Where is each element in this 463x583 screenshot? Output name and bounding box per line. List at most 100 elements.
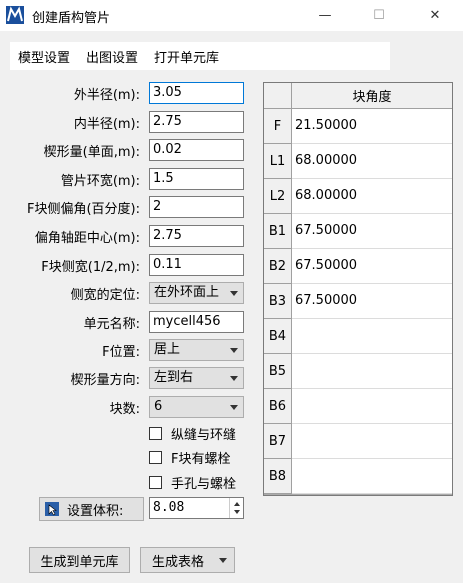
- chevron-down-icon: [230, 291, 238, 296]
- checkbox-f-bolts-label: F块有螺栓: [171, 451, 231, 467]
- outer-radius-row: 外半径(m): 3.05: [0, 82, 250, 104]
- f-position-row: F位置: 居上: [0, 339, 250, 361]
- f-width-input[interactable]: 0.11: [149, 254, 244, 276]
- ring-width-input[interactable]: 1.5: [149, 168, 244, 190]
- table-cell[interactable]: 67.50000: [292, 249, 452, 284]
- f-width-label: F块侧宽(1/2,m):: [41, 260, 140, 275]
- generate-table-label: 生成表格: [152, 554, 205, 570]
- inner-radius-input[interactable]: 2.75: [149, 111, 244, 133]
- outer-radius-label: 外半径(m):: [73, 88, 140, 103]
- table-cell[interactable]: 67.50000: [292, 284, 452, 319]
- table-cell[interactable]: [292, 319, 452, 354]
- checkbox-f-bolts[interactable]: F块有螺栓: [149, 448, 231, 467]
- table-cell[interactable]: 68.00000: [292, 144, 452, 179]
- wedge-direction-select[interactable]: 左到右: [149, 367, 244, 389]
- row-header[interactable]: B8: [264, 459, 292, 494]
- chevron-down-icon: [230, 348, 238, 353]
- title-bar: 创建盾构管片 — ☐ ✕: [0, 0, 463, 31]
- table-cell[interactable]: 67.50000: [292, 214, 452, 249]
- checkbox-box[interactable]: [149, 450, 162, 464]
- checkbox-joints-label: 纵缝与环缝: [171, 427, 237, 443]
- wedge-label: 楔形量(单面,m):: [43, 145, 140, 160]
- wedge-input[interactable]: 0.02: [149, 139, 244, 161]
- volume-spin-buttons[interactable]: [229, 498, 243, 518]
- wedge-direction-row: 楔形量方向: 左到右: [0, 367, 250, 389]
- cell-name-row: 单元名称: mycell456: [0, 311, 250, 333]
- checkbox-handholes[interactable]: 手孔与螺栓: [149, 473, 237, 492]
- menu-open-cell-library[interactable]: 打开单元库: [146, 47, 227, 66]
- table-row: B7: [264, 424, 452, 459]
- side-position-select[interactable]: 在外环面上: [149, 282, 244, 304]
- row-header[interactable]: L2: [264, 179, 292, 214]
- f-angle-input[interactable]: 2: [149, 196, 244, 218]
- grid-column-header[interactable]: 块角度: [292, 83, 452, 109]
- table-cell[interactable]: [292, 354, 452, 389]
- axis-distance-label: 偏角轴距中心(m):: [34, 231, 140, 246]
- f-position-select[interactable]: 居上: [149, 339, 244, 361]
- checkbox-handholes-label: 手孔与螺栓: [171, 476, 237, 492]
- table-cell[interactable]: 68.00000: [292, 179, 452, 214]
- side-position-value: 在外环面上: [154, 285, 220, 300]
- table-row: F 21.50000: [264, 109, 452, 144]
- f-angle-label: F块侧偏角(百分度):: [26, 202, 140, 217]
- side-position-row: 侧宽的定位: 在外环面上: [0, 282, 250, 304]
- blocks-row: 块数: 6: [0, 396, 250, 418]
- row-header[interactable]: B4: [264, 319, 292, 354]
- inner-radius-row: 内半径(m): 2.75: [0, 111, 250, 133]
- close-button[interactable]: ✕: [412, 0, 458, 31]
- wedge-direction-value: 左到右: [154, 370, 194, 385]
- cursor-icon: [45, 502, 59, 516]
- table-row: B3 67.50000: [264, 284, 452, 319]
- maximize-button[interactable]: ☐: [356, 0, 402, 31]
- cell-name-input[interactable]: mycell456: [149, 311, 244, 333]
- grid-corner: [264, 83, 292, 109]
- side-position-label: 侧宽的定位:: [70, 288, 140, 303]
- blocks-label: 块数:: [109, 402, 140, 417]
- generate-table-button[interactable]: 生成表格: [140, 547, 235, 573]
- row-header[interactable]: L1: [264, 144, 292, 179]
- row-header[interactable]: F: [264, 109, 292, 144]
- row-header[interactable]: B7: [264, 424, 292, 459]
- table-row: B5: [264, 354, 452, 389]
- set-volume-button[interactable]: 设置体积:: [39, 497, 144, 521]
- row-header[interactable]: B1: [264, 214, 292, 249]
- volume-value: 8.08: [153, 500, 185, 515]
- wedge-row: 楔形量(单面,m): 0.02: [0, 139, 250, 161]
- wedge-direction-label: 楔形量方向:: [70, 373, 140, 388]
- table-cell[interactable]: [292, 424, 452, 459]
- volume-spinbox[interactable]: 8.08: [149, 497, 244, 519]
- row-header[interactable]: B6: [264, 389, 292, 424]
- checkbox-joints[interactable]: 纵缝与环缝: [149, 424, 237, 443]
- row-header[interactable]: B3: [264, 284, 292, 319]
- table-row: L2 68.00000: [264, 179, 452, 214]
- spin-down-icon[interactable]: [234, 510, 240, 514]
- minimize-button[interactable]: —: [302, 0, 348, 31]
- chevron-down-icon: [230, 405, 238, 410]
- row-header[interactable]: B5: [264, 354, 292, 389]
- table-row: B6: [264, 389, 452, 424]
- checkbox-box[interactable]: [149, 426, 162, 440]
- blocks-select[interactable]: 6: [149, 396, 244, 418]
- generate-to-library-button[interactable]: 生成到单元库: [29, 547, 130, 573]
- table-row: B1 67.50000: [264, 214, 452, 249]
- spin-up-icon[interactable]: [234, 502, 240, 506]
- table-row: B2 67.50000: [264, 249, 452, 284]
- f-position-label: F位置:: [102, 345, 140, 360]
- menu-bar: 模型设置 出图设置 打开单元库: [10, 42, 390, 70]
- axis-distance-row: 偏角轴距中心(m): 2.75: [0, 225, 250, 247]
- table-cell[interactable]: [292, 389, 452, 424]
- cell-name-label: 单元名称:: [83, 317, 140, 332]
- table-cell[interactable]: 21.50000: [292, 109, 452, 144]
- checkbox-box[interactable]: [149, 475, 162, 489]
- menu-drawing-settings[interactable]: 出图设置: [78, 47, 146, 66]
- axis-distance-input[interactable]: 2.75: [149, 225, 244, 247]
- row-header[interactable]: B2: [264, 249, 292, 284]
- set-volume-label: 设置体积:: [67, 503, 124, 519]
- menu-model-settings[interactable]: 模型设置: [10, 47, 78, 66]
- outer-radius-input[interactable]: 3.05: [149, 82, 244, 104]
- table-cell[interactable]: [292, 459, 452, 494]
- blocks-value: 6: [154, 399, 163, 414]
- window-title: 创建盾构管片: [32, 11, 111, 26]
- app-logo-icon: [6, 6, 24, 24]
- ring-width-label: 管片环宽(m):: [60, 174, 140, 189]
